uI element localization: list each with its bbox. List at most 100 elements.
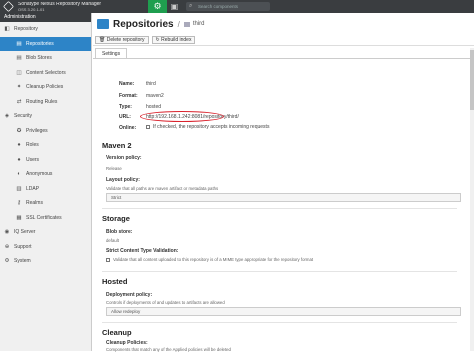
- database-icon: ▤: [16, 55, 22, 61]
- sidebar-item-label: Realms: [26, 200, 43, 206]
- online-label: Online:: [119, 125, 137, 131]
- sidebar-item-ssl-certificates[interactable]: ▦ SSL Certificates: [0, 211, 91, 226]
- sidebar-item-label: Cleanup Policies: [26, 84, 64, 90]
- iq-icon: ◉: [4, 229, 10, 235]
- sidebar-item-repositories[interactable]: ▤ Repositories: [0, 36, 91, 51]
- version-policy-label: Version policy:: [106, 155, 142, 161]
- page-title[interactable]: Repositories: [113, 19, 174, 30]
- maven-section-heading: Maven 2: [102, 141, 132, 150]
- sidebar-item-realms[interactable]: ⚷ Realms: [0, 196, 91, 211]
- sidebar-item-label: Anonymous: [26, 171, 53, 177]
- section-divider: [102, 322, 457, 323]
- sidebar-item-privileges[interactable]: ✪ Privileges: [0, 124, 91, 139]
- admin-gear-button[interactable]: ⚙: [148, 0, 167, 13]
- certificate-icon: ▦: [16, 214, 22, 221]
- sidebar-item-repository[interactable]: ◧ Repository: [0, 22, 91, 37]
- sidebar-item-content-selectors[interactable]: ◫ Content Selectors: [0, 66, 91, 81]
- rebuild-index-button[interactable]: ↻ Rebuild index: [151, 36, 196, 44]
- deployment-policy-desc: Controls if deployments of and updates t…: [106, 300, 225, 305]
- sidebar-item-label: Blob Stores: [26, 55, 52, 61]
- online-row: If checked, the repository accepts incom…: [146, 124, 269, 130]
- cleanup-policies-desc: Components that match any of the Applied…: [106, 347, 231, 352]
- support-icon: ⊕: [4, 243, 10, 250]
- sidebar-item-routing-rules[interactable]: ⇄ Routing Rules: [0, 95, 91, 110]
- sidebar-item-users[interactable]: ● Users: [0, 153, 91, 168]
- tab-bar: Settings: [93, 46, 474, 59]
- breadcrumb: third: [183, 21, 205, 27]
- breadcrumb-current: third: [192, 21, 205, 27]
- sidebar-nav: ◧ Repository ▤ Repositories ▤ Blob Stores ◫…: [0, 22, 91, 269]
- nexus-logo-icon: [3, 1, 14, 12]
- sidebar-item-ldap[interactable]: ▥ LDAP: [0, 182, 91, 197]
- admin-sidebar: Administration ◧ Repository ▤ Repositories…: [0, 13, 92, 351]
- main-panel: Repositories / third 🗑 Delete repository…: [93, 13, 474, 352]
- repository-icon: [97, 19, 109, 29]
- sidebar-header: Administration: [0, 13, 91, 22]
- cube-icon: ▣: [170, 2, 179, 11]
- key-icon: ⚷: [16, 200, 22, 206]
- layout-policy-desc: Validate that all paths are maven artifa…: [106, 186, 219, 191]
- sidebar-item-label: Support: [14, 243, 32, 250]
- shield-icon: ◈: [4, 113, 10, 119]
- sidebar-item-anonymous[interactable]: ◐ Anonymous: [0, 167, 91, 182]
- database-icon: ▤: [16, 40, 22, 47]
- sidebar-item-cleanup-policies[interactable]: ✦ Cleanup Policies: [0, 80, 91, 95]
- sidebar-item-label: Privileges: [26, 127, 48, 134]
- scrollbar-thumb[interactable]: [470, 50, 474, 110]
- sidebar-item-iq-server[interactable]: ◉ IQ Server: [0, 225, 91, 240]
- deployment-policy-label: Deployment policy:: [106, 292, 153, 298]
- online-checkbox[interactable]: [146, 124, 150, 129]
- sidebar-item-label: Routing Rules: [26, 98, 58, 105]
- sidebar-item-label: LDAP: [26, 185, 40, 192]
- tab-settings[interactable]: Settings: [95, 48, 128, 58]
- sidebar-item-label: Content Selectors: [26, 69, 66, 76]
- storage-section-heading: Storage: [102, 214, 130, 223]
- hosted-repo-icon: [183, 21, 190, 27]
- delete-label: Delete repository: [106, 37, 145, 43]
- version-policy-value: Release: [106, 166, 122, 171]
- section-divider: [102, 271, 457, 272]
- broom-icon: ✦: [16, 84, 22, 90]
- sidebar-item-label: Repository: [14, 26, 38, 32]
- sidebar-item-system[interactable]: ⚙ System: [0, 254, 91, 269]
- cleanup-section-heading: Cleanup: [102, 328, 132, 337]
- type-value: hosted: [146, 104, 162, 110]
- url-highlight-ring: [140, 111, 224, 122]
- search-icon: ⌕: [189, 3, 193, 9]
- layers-icon: ◫: [16, 69, 22, 76]
- type-label: Type:: [119, 104, 132, 110]
- sidebar-item-label: Security: [14, 113, 33, 119]
- trash-icon: 🗑: [99, 37, 107, 43]
- top-bar: Sonatype Nexus Repository Manager OSS 3.…: [0, 0, 474, 13]
- delete-repository-button[interactable]: 🗑 Delete repository: [95, 36, 149, 44]
- sidebar-item-security[interactable]: ◈ Security: [0, 109, 91, 124]
- blob-store-value: default: [106, 238, 119, 243]
- sidebar-item-label: System: [14, 258, 31, 264]
- sidebar-item-label: SSL Certificates: [26, 214, 62, 221]
- user-role-icon: ●: [17, 142, 21, 148]
- route-icon: ⇄: [16, 98, 22, 105]
- name-value: third: [146, 81, 156, 87]
- book-icon: ▥: [16, 185, 22, 192]
- layout-policy-field[interactable]: Strict: [106, 193, 461, 202]
- system-icon: ⚙: [4, 258, 10, 264]
- browse-button[interactable]: ▣: [168, 0, 181, 13]
- app-name: Sonatype Nexus Repository Manager OSS 3.…: [18, 2, 128, 12]
- strict-content-type-row: Validate that all content uploaded to th…: [106, 257, 313, 262]
- cleanup-policies-label: Cleanup Policies:: [106, 340, 148, 346]
- sidebar-item-support[interactable]: ⊕ Support: [0, 240, 91, 255]
- section-divider: [102, 208, 457, 209]
- rebuild-label: Rebuild index: [161, 37, 192, 43]
- hosted-section-heading: Hosted: [102, 277, 128, 286]
- sidebar-item-blob-stores[interactable]: ▤ Blob Stores: [0, 51, 91, 66]
- format-value: maven2: [146, 93, 164, 99]
- search-input[interactable]: ⌕ Search components: [186, 2, 270, 11]
- gear-icon: ⚙: [153, 1, 162, 11]
- user-secret-icon: ◐: [17, 171, 21, 177]
- badge-icon: ✪: [16, 127, 22, 134]
- page-header: Repositories / third: [93, 13, 474, 35]
- deployment-policy-field[interactable]: Allow redeploy: [106, 307, 461, 316]
- sidebar-item-roles[interactable]: ● Roles: [0, 138, 91, 153]
- strict-content-type-checkbox[interactable]: [106, 257, 110, 262]
- search-placeholder: Search components: [198, 4, 239, 9]
